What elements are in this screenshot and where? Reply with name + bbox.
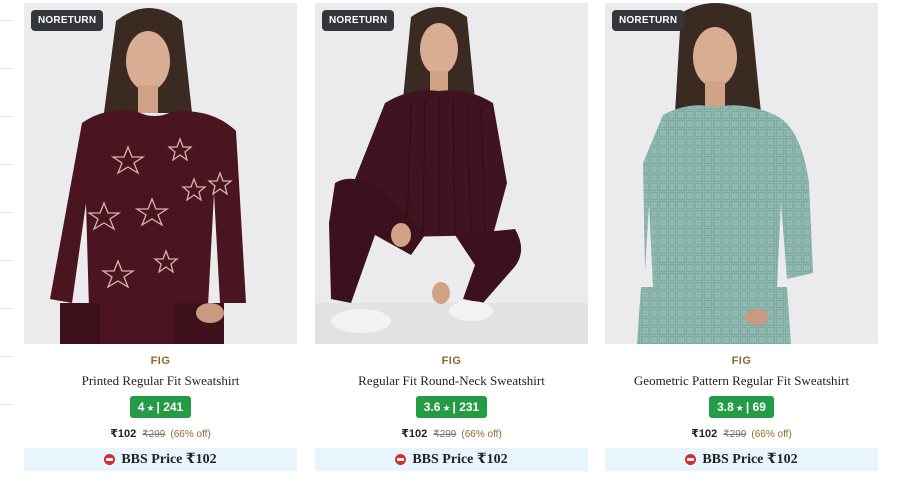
sage-textured-sweatshirt-image — [605, 3, 878, 344]
maroon-star-sweatshirt-image — [24, 3, 297, 344]
bbs-price-label: BBS Price ₹102 — [412, 452, 508, 467]
product-name[interactable]: Geometric Pattern Regular Fit Sweatshirt — [605, 373, 878, 389]
maroon-ribbed-sweatshirt-image — [315, 3, 588, 344]
product-grid-page: NORETURN FIG Printed Regular Fit Sweatsh… — [0, 0, 910, 504]
current-price: ₹102 — [401, 428, 428, 440]
bbs-price-label: BBS Price ₹102 — [121, 452, 217, 467]
original-price: ₹299 — [723, 429, 747, 440]
review-count: | 241 — [156, 400, 184, 414]
product-card[interactable]: NORETURN FIG Regular Fit Round-Neck Swea… — [315, 3, 588, 473]
star-icon: ★ — [442, 403, 451, 413]
bbs-price-banner[interactable]: BBS Price ₹102 — [605, 448, 878, 471]
noreturn-badge: NORETURN — [322, 10, 395, 31]
current-price: ₹102 — [691, 428, 718, 440]
discount-percent: (66% off) — [751, 429, 792, 440]
rating-badge[interactable]: 4 ★ | 241 — [129, 396, 192, 418]
rating-value: 3.6 — [423, 400, 441, 414]
price-line: ₹102 ₹299 (66% off) — [605, 427, 878, 440]
rating-badge[interactable]: 3.8 ★ | 69 — [709, 396, 774, 418]
discount-percent: (66% off) — [461, 429, 502, 440]
filter-panel-edge — [0, 0, 12, 504]
review-count: | 69 — [745, 400, 766, 414]
noreturn-badge: NORETURN — [612, 10, 685, 31]
product-card[interactable]: NORETURN FIG Printed Regular Fit Sweatsh… — [24, 3, 297, 473]
product-image[interactable]: NORETURN — [605, 3, 878, 344]
rating-badge[interactable]: 3.6 ★ | 231 — [415, 396, 488, 418]
discount-percent: (66% off) — [170, 429, 211, 440]
price-line: ₹102 ₹299 (66% off) — [315, 427, 588, 440]
review-count: | 231 — [452, 400, 480, 414]
bbs-price-banner[interactable]: BBS Price ₹102 — [24, 448, 297, 471]
rating-value: 4 — [137, 400, 145, 414]
product-name[interactable]: Regular Fit Round-Neck Sweatshirt — [315, 373, 588, 389]
product-name[interactable]: Printed Regular Fit Sweatshirt — [24, 373, 297, 389]
rating-value: 3.8 — [717, 400, 734, 414]
bbs-icon — [685, 454, 697, 465]
original-price: ₹299 — [433, 429, 457, 440]
product-image[interactable]: NORETURN — [315, 3, 588, 344]
bbs-price-banner[interactable]: BBS Price ₹102 — [315, 448, 588, 471]
star-icon: ★ — [146, 403, 155, 413]
star-icon: ★ — [735, 403, 744, 413]
bbs-icon — [104, 454, 116, 465]
product-brand: FIG — [150, 355, 171, 367]
product-brand: FIG — [441, 355, 462, 367]
product-image[interactable]: NORETURN — [24, 3, 297, 344]
product-card[interactable]: NORETURN FIG Geometric Pattern Regular F… — [605, 3, 878, 473]
original-price: ₹299 — [142, 429, 166, 440]
bbs-icon — [395, 454, 407, 465]
bbs-price-label: BBS Price ₹102 — [702, 452, 798, 467]
noreturn-badge: NORETURN — [31, 10, 104, 31]
current-price: ₹102 — [110, 428, 137, 440]
product-brand: FIG — [731, 355, 752, 367]
price-line: ₹102 ₹299 (66% off) — [24, 427, 297, 440]
